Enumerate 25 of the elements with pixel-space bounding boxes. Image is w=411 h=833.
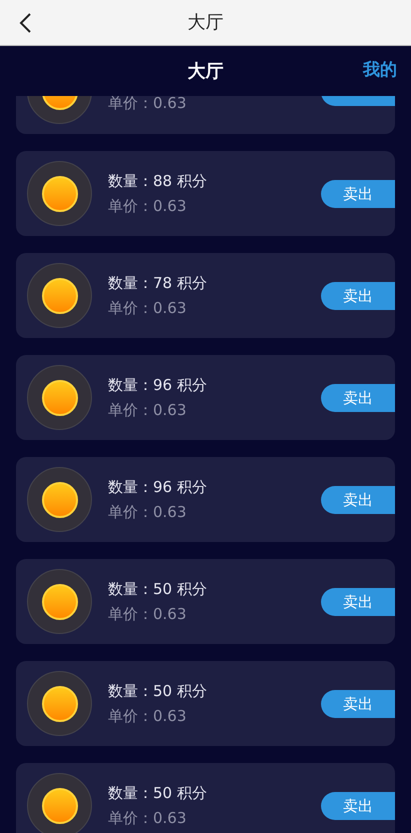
quantity-text: 数量：50 积分	[108, 681, 207, 702]
price-text: 单价：0.63	[108, 298, 188, 318]
quantity-text: 数量：78 积分	[108, 273, 207, 294]
quantity-text: 数量：50 积分	[108, 579, 207, 600]
sell-button[interactable]: 卖出	[321, 690, 395, 718]
sell-button[interactable]: 卖出	[321, 792, 395, 820]
price-text: 单价：0.63	[108, 196, 188, 216]
mine-link[interactable]: 我的	[363, 58, 397, 84]
quantity-text: 数量：96 积分	[108, 477, 207, 498]
hall-title: 大厅	[188, 60, 224, 84]
sell-button[interactable]: 卖出	[321, 282, 395, 310]
sell-button[interactable]: 卖出	[321, 588, 395, 616]
quantity-text: 数量：50 积分	[108, 783, 207, 804]
price-text: 单价：0.63	[108, 502, 188, 522]
sell-button[interactable]: 卖出	[321, 486, 395, 514]
price-text: 单价：0.63	[108, 706, 188, 726]
price-text: 单价：0.63	[108, 808, 188, 828]
sell-button[interactable]: 卖出	[321, 384, 395, 412]
sell-button[interactable]: 卖出	[321, 180, 395, 208]
page-title: 大厅	[188, 11, 224, 35]
price-text: 单价：0.63	[108, 96, 186, 114]
price-text: 单价：0.63	[108, 604, 188, 624]
quantity-text: 数量：96 积分	[108, 375, 207, 396]
price-text: 单价：0.63	[108, 400, 188, 420]
quantity-text: 数量：88 积分	[108, 171, 207, 192]
